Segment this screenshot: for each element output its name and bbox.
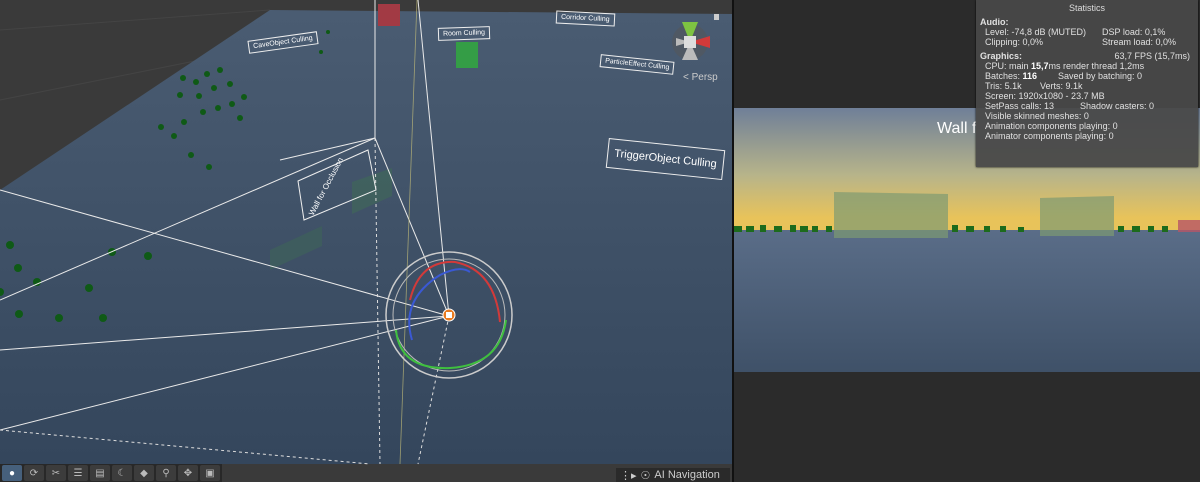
audio-row-1: Level: -74,8 dB (MUTED) DSP load: 0,1% (976, 27, 1198, 37)
search-icon[interactable]: ⚲ (156, 465, 176, 481)
animation-row: Animation components playing: 0 (976, 121, 1198, 131)
scene-label-room: Room Culling (437, 26, 491, 41)
screen-row: Screen: 1920x1080 - 23.7 MB (976, 91, 1198, 101)
stream-load: Stream load: 0,0% (1102, 37, 1177, 47)
scissors-icon[interactable]: ✂ (46, 465, 66, 481)
saved-by-batching: Saved by batching: 0 (1058, 71, 1143, 81)
cpu-main-value: 15,7 (1031, 61, 1049, 71)
batches-row: Batches: 116 Saved by batching: 0 (976, 71, 1198, 81)
audio-row-2: Clipping: 0,0% Stream load: 0,0% (976, 37, 1198, 47)
game-panel: Wall f Statistics Audio: Level: -74,8 dB… (734, 0, 1200, 482)
move-icon[interactable]: ✥ (178, 465, 198, 481)
scene-canvas[interactable] (0, 0, 732, 482)
scene-toolbar: ● ⟳ ✂ ☰ ▤ ☾ ◆ ⚲ ✥ ▣ (0, 464, 222, 482)
ai-navigation-overlay[interactable]: ⋮▸ ☉ AI Navigation (616, 468, 730, 482)
fps-value: 63,7 FPS (15,7ms) (1114, 51, 1190, 61)
clipping: Clipping: 0,0% (985, 37, 1044, 47)
skinned-row: Visible skinned meshes: 0 (976, 111, 1198, 121)
graphics-header: Graphics: (980, 51, 1023, 61)
animator-row: Animator components playing: 0 (976, 131, 1198, 141)
animation-components: Animation components playing: 0 (985, 121, 1118, 131)
game-wall-label: Wall f (937, 120, 977, 137)
red-object (378, 4, 400, 26)
cpu-prefix: CPU: main (985, 61, 1032, 71)
game-wall-2 (1040, 196, 1114, 236)
tris: Tris: 5.1k (985, 81, 1022, 91)
setpass-calls: SetPass calls: 13 (985, 101, 1055, 111)
drag-handle-icon: ⋮▸ (620, 469, 637, 482)
cpu-suffix: ms render thread 1,2ms (1048, 61, 1145, 71)
refresh-icon[interactable]: ⟳ (24, 465, 44, 481)
graphics-row: Graphics: 63,7 FPS (15,7ms) (976, 51, 1198, 61)
camera-icon-center (446, 312, 452, 318)
game-wall-1 (834, 192, 948, 238)
view-tool-icon[interactable]: ● (2, 465, 22, 481)
scene-view[interactable]: CaveObject Culling Room Culling Corridor… (0, 0, 732, 482)
audio-header: Audio: (980, 17, 1009, 27)
dsp-load: DSP load: 0,1% (1102, 27, 1166, 37)
cpu-row: CPU: main 15,7ms render thread 1,2ms (976, 61, 1198, 71)
layers-icon[interactable]: ☰ (68, 465, 88, 481)
layers-2-icon[interactable]: ◆ (134, 465, 154, 481)
statistics-title: Statistics (1068, 3, 1105, 13)
batches-prefix: Batches: (985, 71, 1023, 81)
camera-tool-icon[interactable]: ▣ (200, 465, 220, 481)
tris-row: Tris: 5.1k Verts: 9.1k (976, 81, 1198, 91)
screen-info: Screen: 1920x1080 - 23.7 MB (985, 91, 1105, 101)
audio-level: Level: -74,8 dB (MUTED) (985, 27, 1087, 37)
statistics-panel: Statistics Audio: Level: -74,8 dB (MUTED… (976, 0, 1198, 167)
skinned-meshes: Visible skinned meshes: 0 (985, 111, 1089, 121)
game-red-object (1178, 220, 1200, 232)
game-ground (734, 230, 1200, 372)
moon-icon[interactable]: ☾ (112, 465, 132, 481)
setpass-row: SetPass calls: 13 Shadow casters: 0 (976, 101, 1198, 111)
persp-label[interactable]: < Persp (683, 72, 718, 83)
animator-components: Animator components playing: 0 (985, 131, 1114, 141)
ai-navigation-label: AI Navigation (654, 469, 720, 481)
verts: Verts: 9.1k (1040, 81, 1083, 91)
shadow-casters: Shadow casters: 0 (1080, 101, 1155, 111)
room-box (456, 42, 478, 68)
toggle-icon[interactable]: ▤ (90, 465, 110, 481)
batches-value: 116 (1022, 71, 1038, 81)
compass-icon: ☉ (640, 469, 651, 482)
